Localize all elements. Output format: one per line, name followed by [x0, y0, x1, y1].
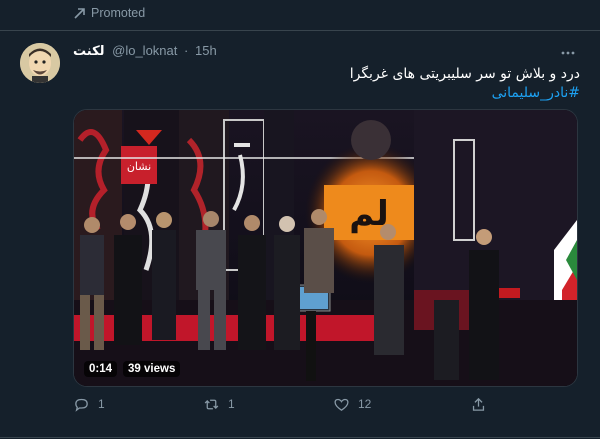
tweet-time[interactable]: 15h	[195, 43, 217, 58]
promoted-row: Promoted	[0, 0, 600, 31]
video-player[interactable]: نشان لم 0:14 39 views	[73, 109, 578, 387]
reply-button[interactable]: 1	[73, 394, 105, 414]
promoted-label: Promoted	[91, 6, 146, 20]
svg-text:نشان: نشان	[127, 160, 151, 173]
divider	[0, 437, 600, 438]
like-button[interactable]: 12	[333, 394, 371, 414]
share-button[interactable]	[470, 394, 487, 414]
retweet-count: 1	[228, 397, 235, 411]
video-badges: 0:14 39 views	[84, 361, 181, 377]
hashtag-link[interactable]: #نادر_سلیمانی	[73, 84, 580, 103]
reply-icon	[75, 398, 88, 412]
avatar[interactable]	[20, 43, 60, 83]
video-views: 39 views	[123, 361, 181, 377]
promoted-icon	[74, 8, 85, 19]
tweet-header: لکنت @lo_loknat · 15h	[73, 43, 580, 63]
reply-count: 1	[98, 397, 105, 411]
tweet-text: درد و بلاش تو سر سلیبریتی های غربگرا #نا…	[73, 65, 580, 103]
header-separator: ·	[184, 43, 189, 58]
tweet-actions: 1 1 12	[73, 394, 573, 414]
tweet-body: درد و بلاش تو سر سلیبریتی های غربگرا	[349, 66, 580, 82]
retweet-icon	[204, 399, 219, 409]
user-handle[interactable]: @lo_loknat	[112, 43, 177, 58]
more-icon[interactable]	[560, 45, 576, 61]
like-icon	[334, 398, 349, 411]
video-frame: نشان لم	[74, 110, 577, 386]
display-name[interactable]: لکنت	[73, 43, 105, 58]
retweet-button[interactable]: 1	[203, 394, 235, 414]
video-duration: 0:14	[84, 361, 118, 377]
tweet[interactable]: لکنت @lo_loknat · 15h درد و بلاش تو سر س…	[0, 31, 600, 439]
like-count: 12	[358, 397, 372, 411]
share-icon	[472, 397, 485, 411]
